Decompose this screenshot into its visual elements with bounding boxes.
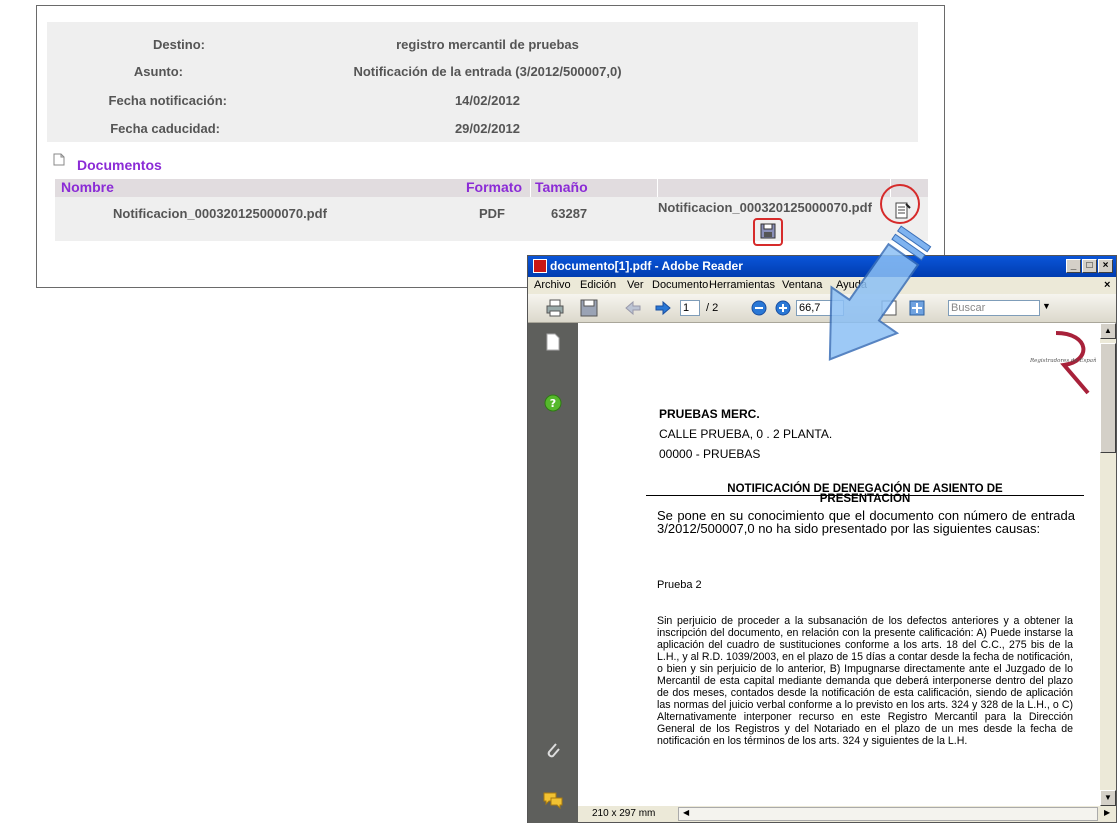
window-title: documento[1].pdf - Adobe Reader: [550, 259, 743, 273]
next-page-icon[interactable]: [654, 299, 672, 317]
column-formato: Formato: [466, 179, 522, 195]
asunto-row: Asunto: Notificación de la entrada (3/20…: [47, 59, 918, 83]
fecha-notificacion-value: 14/02/2012: [454, 93, 521, 108]
menu-herramientas[interactable]: Herramientas: [709, 279, 775, 291]
column-nombre: Nombre: [61, 179, 114, 195]
documents-table-header: Nombre Formato Tamaño: [55, 179, 928, 197]
scroll-up-button[interactable]: ▲: [1100, 323, 1116, 339]
addressee-city: 00000 - PRUEBAS: [659, 447, 761, 461]
comments-icon[interactable]: [542, 791, 564, 809]
menu-ver[interactable]: Ver: [627, 279, 644, 291]
page-size: 210 x 297 mm: [592, 808, 656, 819]
zoom-input[interactable]: 66,7: [796, 300, 844, 316]
navigation-panel: ?: [528, 323, 578, 823]
asunto-value: Notificación de la entrada (3/2012/50000…: [353, 64, 622, 79]
scroll-right-icon[interactable]: ▶: [1104, 808, 1110, 817]
menu-documento[interactable]: Documento: [652, 279, 708, 291]
help-icon[interactable]: ?: [544, 394, 562, 412]
document-format: PDF: [479, 206, 505, 221]
page-number-input[interactable]: 1: [680, 300, 700, 316]
body-paragraph: Sin perjuicio de proceder a la subsanaci…: [657, 615, 1073, 747]
fecha-notificacion-row: Fecha notificación: 14/02/2012: [47, 88, 918, 112]
menu-ayuda[interactable]: Ayuda: [836, 279, 867, 291]
zoom-in-icon[interactable]: [774, 299, 792, 317]
previous-page-icon[interactable]: [624, 299, 642, 317]
menu-ventana[interactable]: Ventana: [782, 279, 822, 291]
menu-bar: Archivo Edición Ver Documento Herramient…: [528, 277, 1116, 294]
view-highlight: [880, 184, 920, 224]
addressee-street: CALLE PRUEBA, 0 . 2 PLANTA.: [659, 427, 833, 441]
fit-width-icon[interactable]: [880, 299, 898, 317]
document-name: Notificacion_000320125000070.pdf: [113, 206, 327, 221]
status-bar: 210 x 297 mm ◀ ▶: [578, 806, 1116, 822]
minimize-button[interactable]: _: [1066, 259, 1081, 273]
destino-row: Destino: registro mercantil de pruebas: [47, 32, 918, 56]
horizontal-scrollbar[interactable]: ◀: [678, 807, 1098, 821]
addressee-name: PRUEBAS MERC.: [659, 407, 760, 421]
column-tamano: Tamaño: [535, 179, 588, 195]
fit-page-icon[interactable]: [908, 299, 926, 317]
svg-text:?: ?: [550, 397, 556, 410]
toolbar: 1 / 2 66,7 Buscar ▼: [528, 294, 1116, 323]
search-dropdown-icon[interactable]: ▼: [1042, 301, 1051, 311]
close-button[interactable]: ×: [1098, 259, 1113, 273]
adobe-reader-window: documento[1].pdf - Adobe Reader _ □ × Ar…: [527, 255, 1117, 823]
destino-value: registro mercantil de pruebas: [396, 37, 579, 52]
scroll-thumb[interactable]: [1100, 343, 1116, 453]
page-total: / 2: [706, 302, 719, 314]
fecha-caducidad-row: Fecha caducidad: 29/02/2012: [47, 116, 918, 140]
scroll-left-icon[interactable]: ◀: [683, 808, 689, 817]
search-input[interactable]: Buscar: [948, 300, 1040, 316]
attachment-name: Notificacion_000320125000070.pdf: [658, 200, 872, 215]
attachment-icon[interactable]: [544, 740, 562, 760]
svg-text:Registradores de España: Registradores de España: [1030, 357, 1096, 364]
close-document-icon[interactable]: ×: [1104, 279, 1110, 291]
vertical-scrollbar[interactable]: ▲ ▼: [1100, 323, 1116, 806]
pages-icon[interactable]: [546, 333, 560, 351]
menu-archivo[interactable]: Archivo: [534, 279, 571, 291]
title-bar: documento[1].pdf - Adobe Reader _ □ ×: [528, 256, 1116, 277]
document-page: Registradores de España PRUEBAS MERC. CA…: [578, 323, 1100, 806]
save-icon[interactable]: [580, 299, 598, 317]
menu-edicion[interactable]: Edición: [580, 279, 616, 291]
scroll-down-button[interactable]: ▼: [1100, 790, 1116, 806]
registradores-logo: Registradores de España: [1030, 331, 1096, 395]
cause-text: Prueba 2: [657, 579, 702, 591]
documents-heading: Documentos: [77, 157, 162, 173]
table-row: Notificacion_000320125000070.pdf PDF 632…: [55, 197, 928, 241]
notification-info: Destino: registro mercantil de pruebas A…: [47, 22, 918, 142]
save-highlight: [753, 218, 783, 246]
fecha-caducidad-value: 29/02/2012: [454, 121, 521, 136]
zoom-out-icon[interactable]: [750, 299, 768, 317]
document-details-panel: Destino: registro mercantil de pruebas A…: [36, 5, 945, 288]
documents-icon: [53, 153, 65, 166]
heading-line-2: PRESENTACIÓN: [819, 493, 911, 505]
print-icon[interactable]: [546, 299, 564, 317]
notification-heading: NOTIFICACIÓN DE DENEGACIÓN DE ASIENTO DE…: [646, 483, 1084, 505]
maximize-button[interactable]: □: [1082, 259, 1097, 273]
pdf-app-icon: [533, 259, 547, 273]
notice-paragraph: Se pone en su conocimiento que el docume…: [657, 508, 1075, 536]
document-size: 63287: [551, 206, 588, 221]
